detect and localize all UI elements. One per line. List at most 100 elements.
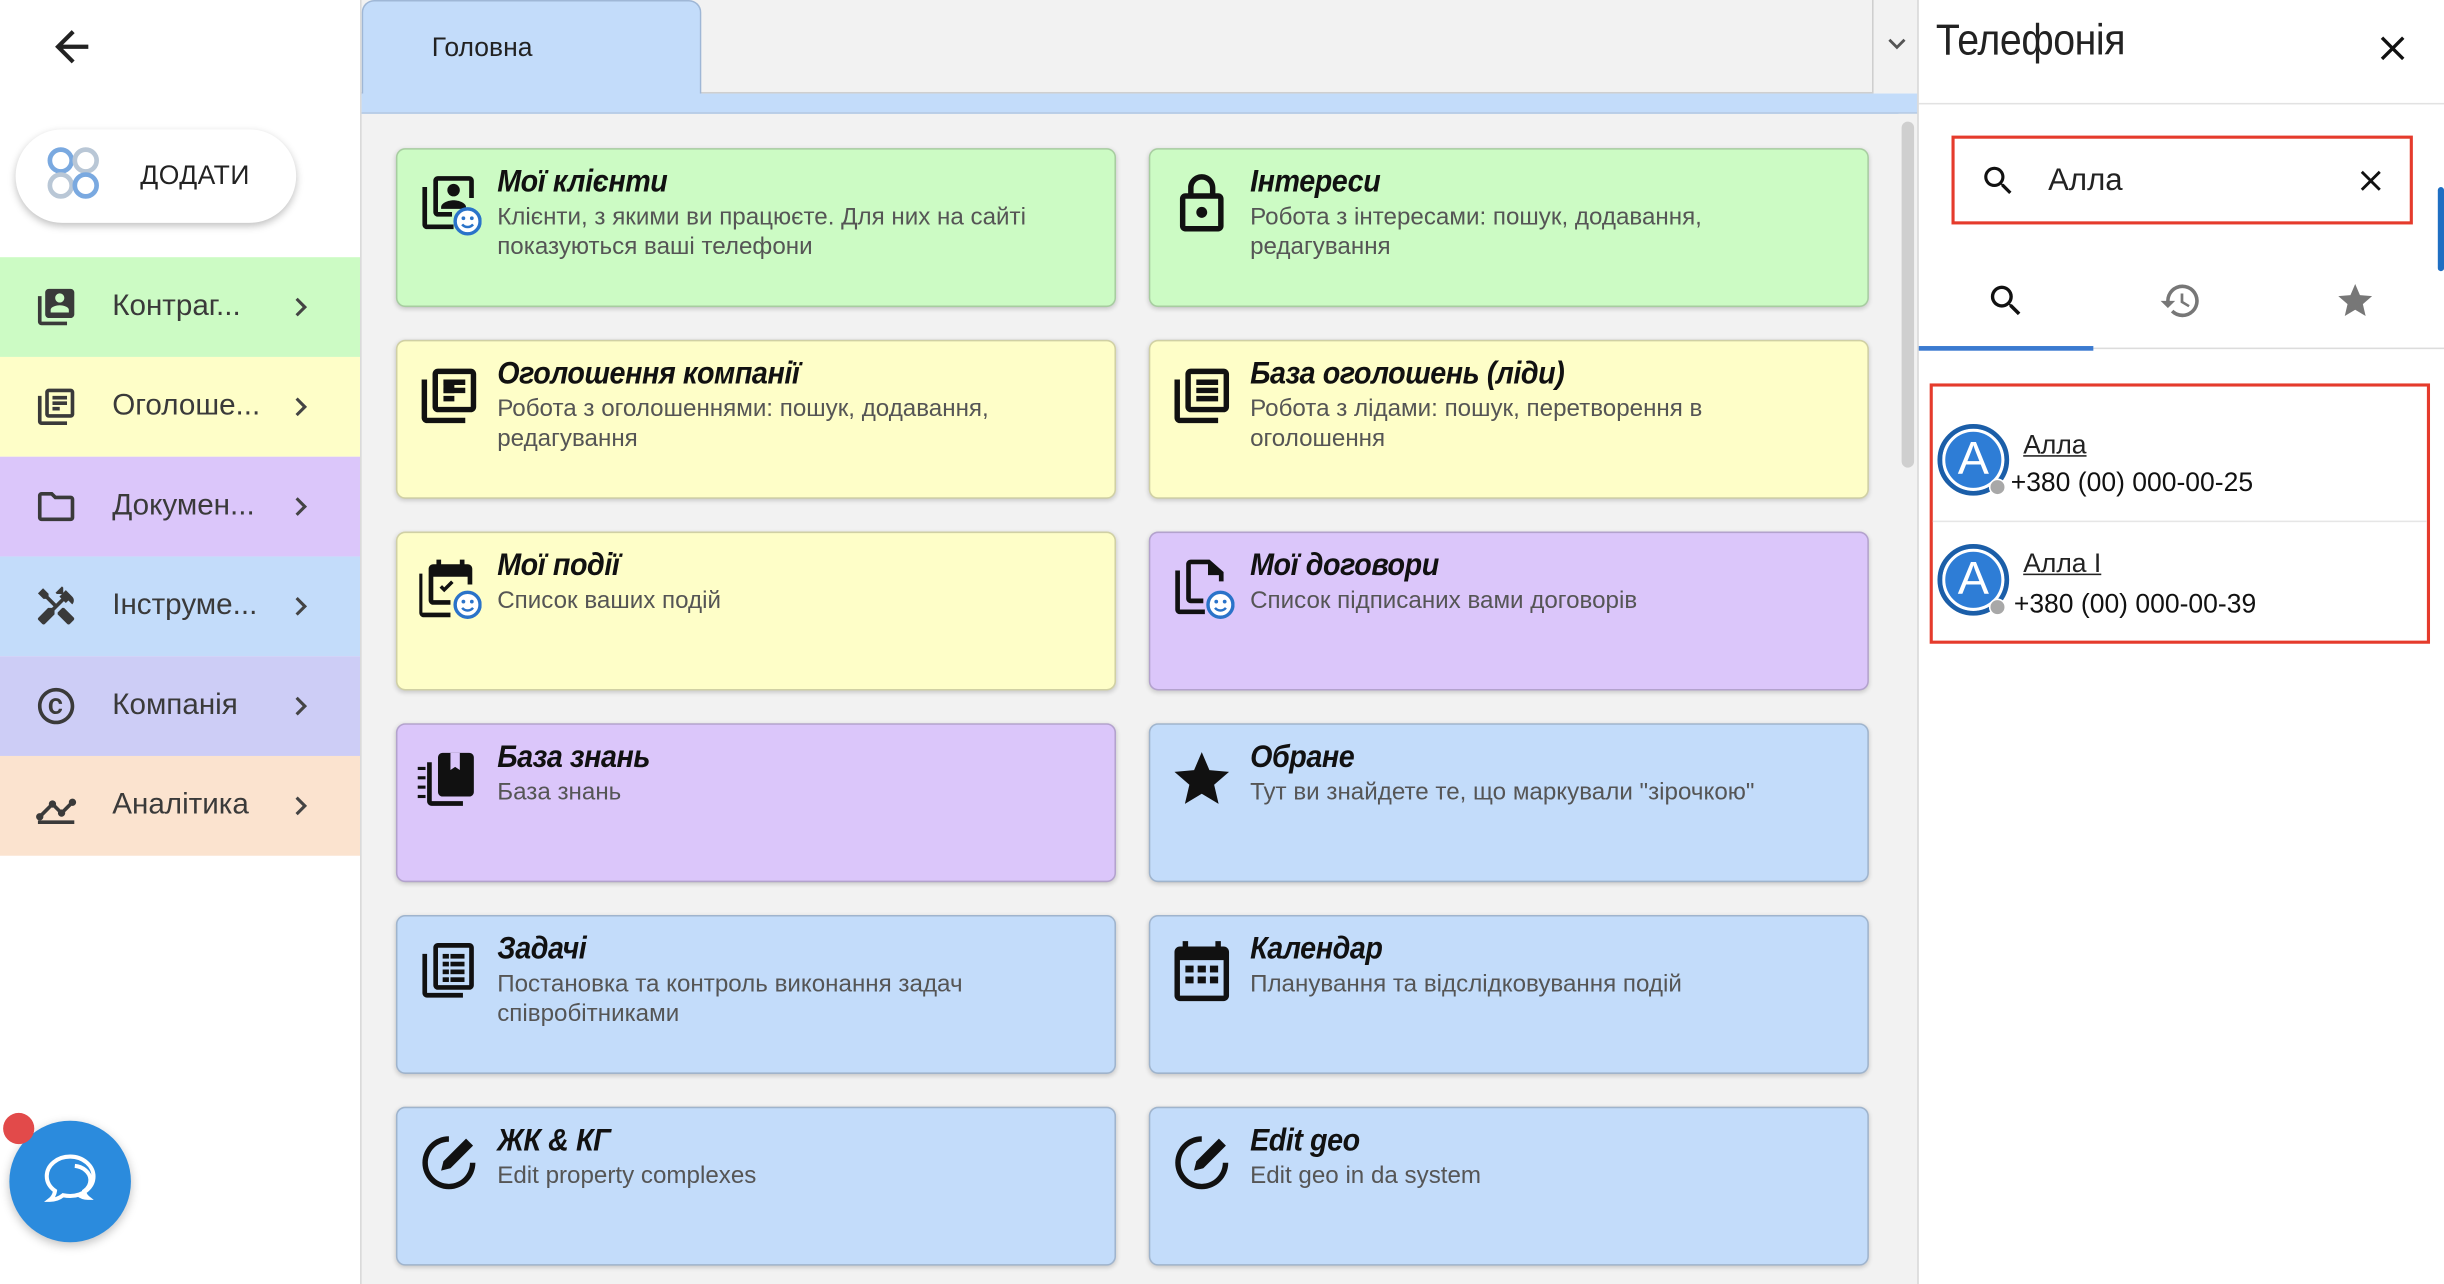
card-title: База оголошень (ліди) xyxy=(1250,356,1565,392)
active-tab-indicator xyxy=(1918,346,2094,351)
panel-divider xyxy=(1918,102,2444,105)
card-title: Оголошення компанії xyxy=(497,356,800,392)
company-listings-icon xyxy=(416,363,481,428)
chevron-right-icon xyxy=(282,488,319,525)
analytics-icon xyxy=(34,784,78,828)
chevron-down-icon xyxy=(1879,26,1913,68)
tab-history[interactable] xyxy=(2093,259,2268,349)
card-title: Календар xyxy=(1250,932,1383,967)
chat-bubble-icon xyxy=(36,1143,105,1219)
lock-icon xyxy=(1169,171,1234,236)
add-button-label: ДОДАТИ xyxy=(140,160,250,191)
card-title: Обране xyxy=(1250,740,1355,775)
card-description: Тут ви знайдете те, що маркували "зірочк… xyxy=(1250,779,1755,806)
card-description: Робота з інтересами: пошук, додавання, р… xyxy=(1250,204,1702,261)
calendar-icon xyxy=(1169,938,1234,1003)
clear-search-icon[interactable] xyxy=(2354,164,2388,198)
sidebar: ДОДАТИ Контраг... Оголоше... Докумен... … xyxy=(0,0,361,1284)
contact-name[interactable]: Алла xyxy=(2023,430,2086,461)
sidebar-item-label: Контраг... xyxy=(112,289,241,323)
card-leads-base[interactable]: База оголошень (ліди) Робота з лідами: п… xyxy=(1148,339,1869,499)
tasks-icon xyxy=(416,938,481,1003)
card-my-clients[interactable]: Мої клієнти Клієнти, з якими ви працюєте… xyxy=(395,148,1117,308)
add-button[interactable]: ДОДАТИ xyxy=(15,129,297,223)
my-clients-icon xyxy=(416,171,482,236)
sidebar-item-company[interactable]: Компанія xyxy=(0,656,361,756)
contact-phone[interactable]: +380 (00) 000-00-25 xyxy=(2011,468,2253,499)
leads-base-icon xyxy=(1169,363,1234,428)
card-description: База знань xyxy=(497,779,622,806)
card-description: Планування та відслідковування подій xyxy=(1250,971,1682,998)
chevron-right-icon xyxy=(282,588,319,625)
card-interests[interactable]: Інтереси Робота з інтересами: пошук, дод… xyxy=(1148,148,1869,308)
card-description: Edit property complexes xyxy=(497,1162,757,1190)
sidebar-item-contractors[interactable]: Контраг... xyxy=(0,257,361,357)
listings-icon xyxy=(34,385,78,429)
card-my-contracts[interactable]: Мої договори Список підписаних вами дого… xyxy=(1148,531,1869,691)
tab-home[interactable]: Головна xyxy=(361,0,702,96)
notification-dot xyxy=(3,1112,35,1145)
panel-tabs xyxy=(1918,259,2444,351)
chevron-right-icon xyxy=(282,388,319,425)
contacts-icon xyxy=(34,285,78,329)
chevron-right-icon xyxy=(282,687,319,724)
search-icon xyxy=(1986,280,2027,328)
tools-icon xyxy=(34,585,78,629)
chevron-right-icon xyxy=(282,288,319,325)
contact-name[interactable]: Алла І xyxy=(2023,549,2101,580)
contact-result[interactable]: A Алла +380 (00) 000-00-25 xyxy=(1933,399,2427,521)
status-dot xyxy=(1988,598,2007,616)
app-root: ДОДАТИ Контраг... Оголоше... Докумен... … xyxy=(0,0,2444,1284)
card-my-events[interactable]: Мої події Список ваших подій xyxy=(395,531,1117,691)
contact-result[interactable]: A Алла І +380 (00) 000-00-39 xyxy=(1933,521,2427,643)
search-results: A Алла +380 (00) 000-00-25 A Алла І +380… xyxy=(1929,383,2431,644)
my-contracts-icon xyxy=(1169,555,1235,620)
sidebar-item-label: Інструме... xyxy=(112,589,258,622)
search-icon xyxy=(1980,162,2017,199)
back-arrow-icon[interactable] xyxy=(47,22,97,72)
card-edit-geo[interactable]: Edit geo Edit geo in da system xyxy=(1148,1106,1869,1266)
history-icon xyxy=(2159,278,2203,329)
sidebar-nav: Контраг... Оголоше... Докумен... Інструм… xyxy=(0,257,361,856)
card-complexes[interactable]: ЖК & КГ Edit property complexes xyxy=(395,1106,1117,1266)
search-input[interactable] xyxy=(2048,157,2329,205)
sidebar-item-label: Оголоше... xyxy=(112,389,261,423)
card-description: Список ваших подій xyxy=(497,587,721,615)
edit-icon xyxy=(1169,1130,1234,1195)
edit-icon xyxy=(416,1130,481,1195)
scrollbar-thumb[interactable] xyxy=(1901,121,1915,468)
sidebar-item-documents[interactable]: Докумен... xyxy=(0,456,361,557)
sidebar-item-label: Компанія xyxy=(112,688,238,722)
card-title: ЖК & КГ xyxy=(497,1123,611,1159)
my-events-icon xyxy=(416,555,482,620)
card-title: Мої клієнти xyxy=(497,165,668,200)
panel-title: Телефонія xyxy=(1935,15,2126,64)
tab-underline xyxy=(361,93,1919,114)
card-favorites[interactable]: Обране Тут ви знайдете те, що маркували … xyxy=(1148,723,1869,883)
star-icon xyxy=(2335,280,2376,328)
tab-favorites[interactable] xyxy=(2268,259,2443,349)
card-knowledge-base[interactable]: База знань База знань xyxy=(395,723,1117,883)
sidebar-item-analytics[interactable]: Аналітика xyxy=(0,755,361,856)
copyright-icon xyxy=(34,684,78,728)
card-title: База знань xyxy=(497,740,651,775)
main-area: Головна Мої клієнти Клієнти, з якими ви … xyxy=(360,0,1919,1284)
chevron-right-icon xyxy=(282,787,319,824)
card-company-listings[interactable]: Оголошення компанії Робота з оголошенням… xyxy=(395,339,1117,499)
close-icon[interactable] xyxy=(2372,28,2413,69)
sidebar-item-listings[interactable]: Оголоше... xyxy=(0,356,361,457)
card-description: Постановка та контроль виконання задач с… xyxy=(497,971,963,1028)
card-description: Клієнти, з якими ви працюєте. Для них на… xyxy=(497,204,1026,261)
card-description: Edit geo in da system xyxy=(1250,1162,1482,1190)
card-description: Список підписаних вами договорів xyxy=(1250,587,1638,615)
card-title: Edit geo xyxy=(1250,1123,1360,1159)
card-calendar[interactable]: Календар Планування та відслідковування … xyxy=(1148,914,1869,1074)
search-box xyxy=(1951,135,2413,225)
sidebar-item-tools[interactable]: Інструме... xyxy=(0,556,361,657)
card-title: Мої події xyxy=(497,548,620,583)
tabs-dropdown-button[interactable] xyxy=(1871,0,1919,94)
tab-search[interactable] xyxy=(1919,259,2094,349)
card-tasks[interactable]: Задачі Постановка та контроль виконання … xyxy=(395,914,1117,1074)
contact-phone[interactable]: +380 (00) 000-00-39 xyxy=(2014,589,2256,620)
add-logo-icon xyxy=(41,140,106,213)
